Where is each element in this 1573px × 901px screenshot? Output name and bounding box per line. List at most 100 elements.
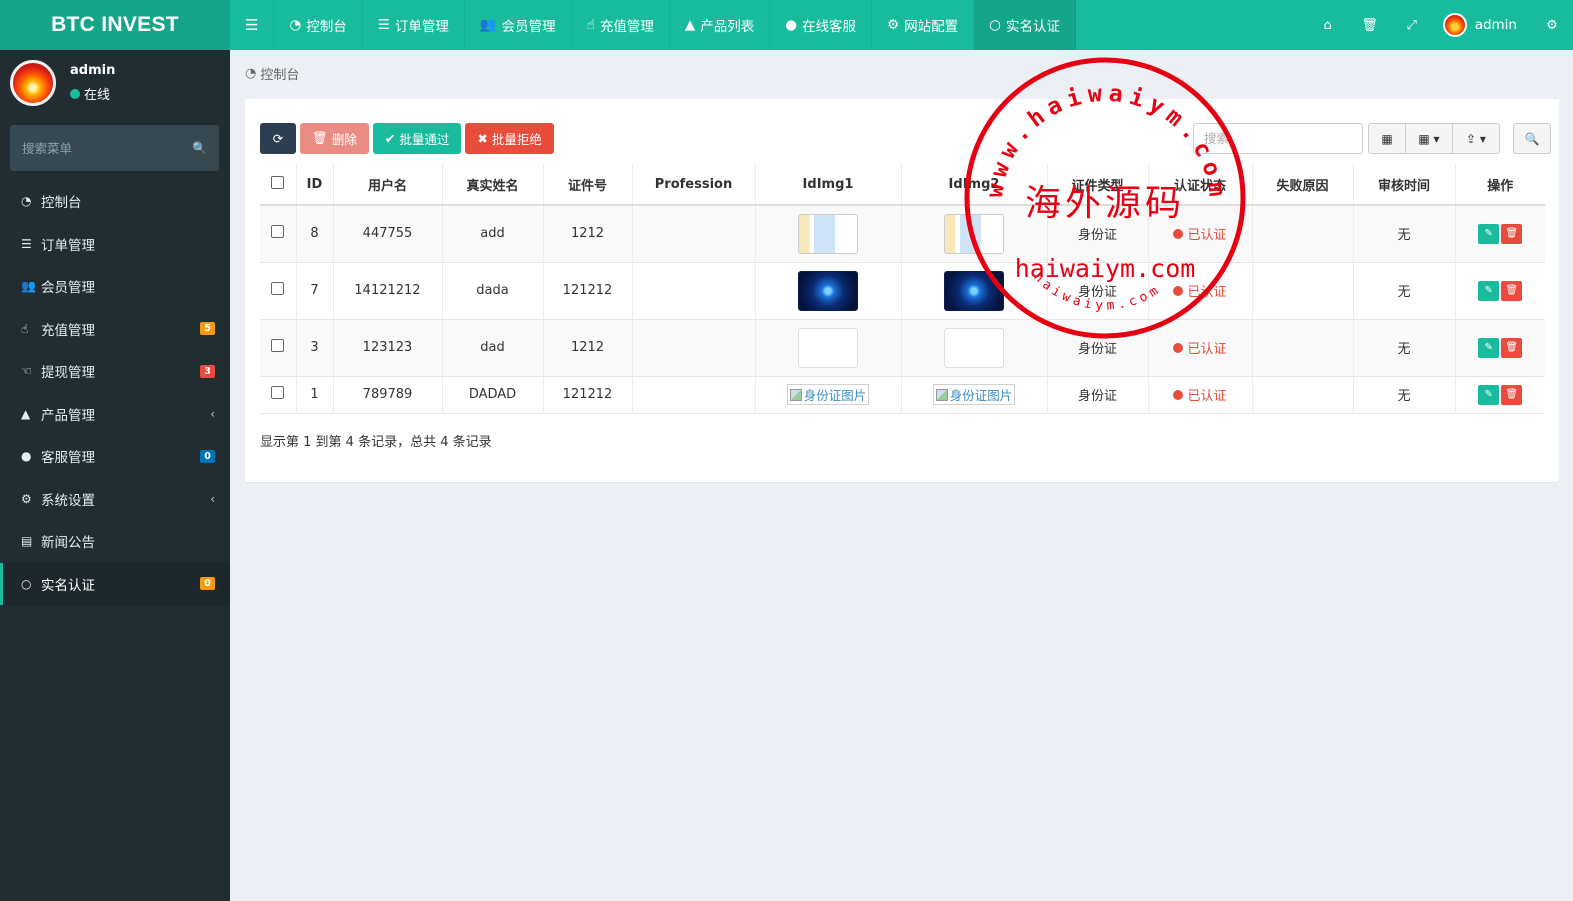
table-tools: ▦ ▦ ▾ ⇪ ▾ 🔍 bbox=[1368, 123, 1551, 154]
table-search-input[interactable] bbox=[1193, 123, 1363, 154]
refresh-button[interactable]: ⟳ bbox=[260, 123, 296, 154]
user-menu[interactable]: admin bbox=[1433, 0, 1531, 50]
status-badge: 已认证 bbox=[1173, 224, 1227, 243]
topnav-item-dashboard[interactable]: ◔ 控制台 bbox=[274, 0, 363, 50]
settings-button[interactable]: ⚙ bbox=[1531, 0, 1573, 50]
batch-reject-button[interactable]: ✖ 批量拒绝 bbox=[465, 123, 554, 154]
sidebar-user-status: 在线 bbox=[70, 84, 110, 103]
col-realname: 真实姓名 bbox=[442, 164, 544, 206]
row-checkbox[interactable] bbox=[271, 339, 285, 352]
sidebar-item-settings[interactable]: ⚙ 系统设置 ‹ bbox=[0, 478, 230, 521]
cell-realname: dada bbox=[442, 262, 544, 319]
export-button[interactable]: ⇪ ▾ bbox=[1452, 123, 1500, 154]
row-checkbox[interactable] bbox=[271, 282, 285, 295]
circle-icon: ○ bbox=[21, 576, 32, 591]
sidebar-item-support[interactable]: ● 客服管理 0 bbox=[0, 435, 230, 478]
menu-search-input[interactable] bbox=[22, 140, 193, 156]
delete-row-button[interactable]: 🗑 bbox=[1501, 223, 1523, 244]
topnav-item-support[interactable]: ● 在线客服 bbox=[770, 0, 873, 50]
delete-button[interactable]: 🗑 删除 bbox=[300, 123, 369, 154]
table-row[interactable]: 3 123123 dad 1212 身份证 已认证 无 ✎ 🗑 bbox=[260, 319, 1545, 376]
id-image-thumbnail[interactable] bbox=[798, 213, 858, 254]
broken-image[interactable]: 身份证图片 bbox=[932, 384, 1016, 405]
columns-icon: ▦ ▾ bbox=[1418, 131, 1440, 146]
edit-button[interactable]: ✎ bbox=[1478, 280, 1500, 301]
topnav-item-recharge[interactable]: ☝ 充值管理 bbox=[572, 0, 670, 50]
col-idimg2: IdImg2 bbox=[901, 164, 1048, 206]
sidebar-item-recharge[interactable]: ☝ 充值管理 5 bbox=[0, 308, 230, 351]
topnav-item-members[interactable]: 👥 会员管理 bbox=[465, 0, 572, 50]
dashboard-icon: ◔ bbox=[21, 194, 32, 209]
broken-image[interactable]: 身份证图片 bbox=[786, 384, 870, 405]
status-dot-icon bbox=[1173, 342, 1184, 353]
delete-row-button[interactable]: 🗑 bbox=[1501, 384, 1523, 405]
cell-idno: 121212 bbox=[543, 262, 633, 319]
user-name: admin bbox=[1474, 17, 1517, 33]
id-image-thumbnail[interactable] bbox=[944, 213, 1004, 254]
sidebar-item-news[interactable]: ▤ 新闻公告 bbox=[0, 520, 230, 563]
cell-idtype: 身份证 bbox=[1047, 376, 1149, 413]
edit-button[interactable]: ✎ bbox=[1478, 223, 1500, 244]
fullscreen-button[interactable]: ⤢ bbox=[1391, 0, 1433, 50]
search-icon[interactable]: 🔍 bbox=[192, 141, 207, 155]
top-header: BTC INVEST ☰ ◔ 控制台 ☰ 订单管理 👥 会员管理 ☝ 充值管理 ▲ 产品列… bbox=[0, 0, 1573, 50]
chat-icon: ● bbox=[785, 17, 798, 33]
row-checkbox[interactable] bbox=[271, 225, 285, 239]
columns-button[interactable]: ▦ ▾ bbox=[1405, 123, 1453, 154]
sidebar-item-products[interactable]: ▲ 产品管理 ‹ bbox=[0, 393, 230, 436]
cell-username: 123123 bbox=[333, 319, 443, 376]
status-badge: 已认证 bbox=[1173, 338, 1227, 357]
pagination-info: 显示第 1 到第 4 条记录，总共 4 条记录 bbox=[260, 435, 492, 450]
pencil-icon: ✎ bbox=[1484, 389, 1493, 400]
sidebar-user-name: admin bbox=[70, 63, 116, 78]
breadcrumb: ◔ 控制台 bbox=[245, 64, 299, 83]
select-all-cell bbox=[260, 164, 297, 206]
trash-icon: 🗑 bbox=[1505, 342, 1519, 353]
app-logo[interactable]: BTC INVEST bbox=[0, 0, 230, 50]
id-image-thumbnail[interactable] bbox=[798, 270, 858, 311]
cell-id: 7 bbox=[296, 262, 334, 319]
avatar bbox=[1442, 13, 1467, 37]
sidebar-item-orders[interactable]: ☰ 订单管理 bbox=[0, 223, 230, 266]
sidebar-item-dashboard[interactable]: ◔ 控制台 bbox=[0, 180, 230, 223]
sidebar-item-members[interactable]: 👥 会员管理 bbox=[0, 265, 230, 308]
broken-image-icon bbox=[935, 388, 948, 401]
delete-row-button[interactable]: 🗑 bbox=[1501, 337, 1523, 358]
topnav-item-verification[interactable]: ○ 实名认证 bbox=[974, 0, 1076, 50]
col-time: 审核时间 bbox=[1353, 164, 1456, 206]
table-row[interactable]: 1 789789 DADAD 121212 身份证图片 身份证图片 身份证 已认… bbox=[260, 376, 1545, 413]
id-image-thumbnail[interactable] bbox=[798, 327, 858, 368]
verification-table: ID 用户名 真实姓名 证件号 Profession IdImg1 IdImg2… bbox=[260, 164, 1545, 414]
status-badge: 已认证 bbox=[1173, 385, 1227, 404]
cell-profession bbox=[632, 376, 756, 413]
search-button[interactable]: 🔍 bbox=[1513, 123, 1551, 154]
topnav-item-site-config[interactable]: ⚙ 网站配置 bbox=[872, 0, 975, 50]
sidebar-item-verification[interactable]: ○ 实名认证 0 bbox=[0, 562, 230, 605]
search-icon: 🔍 bbox=[1524, 131, 1540, 146]
topnav-item-orders[interactable]: ☰ 订单管理 bbox=[363, 0, 465, 50]
trash-icon: 🗑 bbox=[1505, 389, 1519, 400]
home-button[interactable]: ⌂ bbox=[1307, 0, 1349, 50]
col-id[interactable]: ID bbox=[296, 164, 334, 206]
id-image-thumbnail[interactable] bbox=[944, 270, 1004, 311]
row-checkbox[interactable] bbox=[271, 386, 285, 399]
edit-button[interactable]: ✎ bbox=[1478, 337, 1500, 358]
batch-approve-button[interactable]: ✔ 批量通过 bbox=[372, 123, 462, 154]
list-icon: ☰ bbox=[21, 236, 32, 251]
users-icon: 👥 bbox=[479, 17, 497, 33]
edit-button[interactable]: ✎ bbox=[1478, 384, 1500, 405]
id-image-thumbnail[interactable] bbox=[944, 327, 1004, 368]
status-dot-icon bbox=[1173, 389, 1184, 400]
table-row[interactable]: 7 14121212 dada 121212 身份证 已认证 无 ✎ 🗑 bbox=[260, 262, 1545, 319]
select-all-checkbox[interactable] bbox=[271, 175, 285, 189]
sidebar-item-withdraw[interactable]: ☜ 提现管理 3 bbox=[0, 350, 230, 393]
table-row[interactable]: 8 447755 add 1212 身份证 已认证 无 ✎ 🗑 bbox=[260, 205, 1545, 262]
cell-time: 无 bbox=[1353, 376, 1456, 413]
breadcrumb-item[interactable]: 控制台 bbox=[260, 64, 299, 83]
sidebar-toggle-button[interactable]: ☰ bbox=[230, 0, 275, 50]
trash-icon: 🗑 bbox=[1505, 285, 1519, 296]
toggle-view-button[interactable]: ▦ bbox=[1368, 123, 1406, 154]
delete-row-button[interactable]: 🗑 bbox=[1501, 280, 1523, 301]
topnav-item-products[interactable]: ▲ 产品列表 bbox=[670, 0, 771, 50]
clear-cache-button[interactable]: 🗑 bbox=[1349, 0, 1391, 50]
